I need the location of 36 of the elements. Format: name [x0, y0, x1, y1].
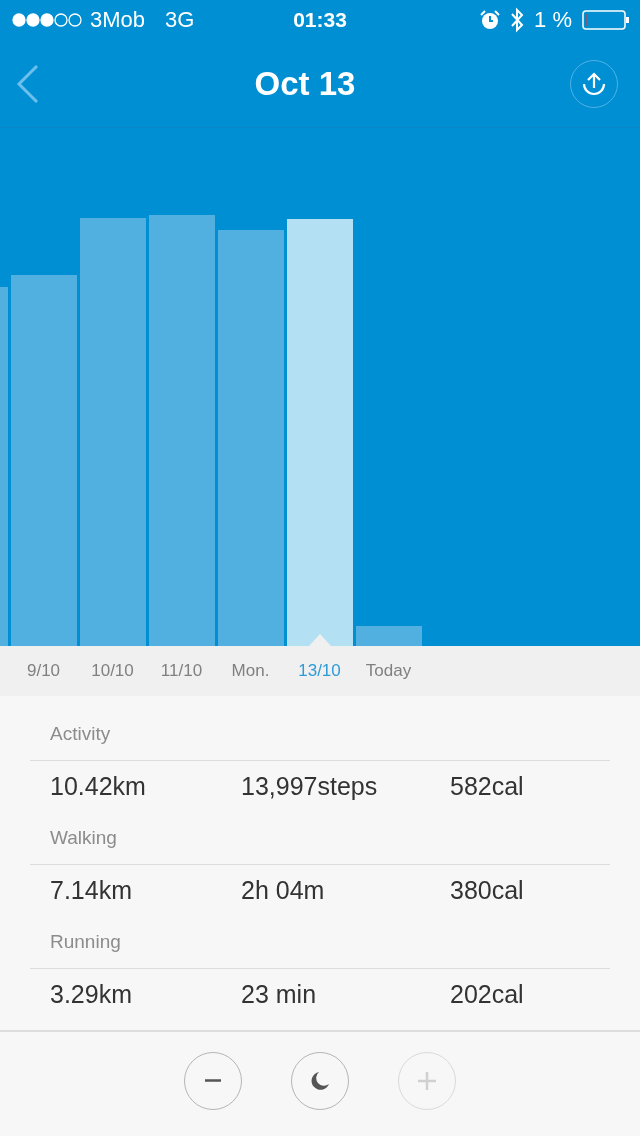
stat-value: 2h 04m: [241, 875, 326, 905]
bar[interactable]: [287, 219, 353, 646]
clock-time: 01:33: [293, 8, 347, 31]
alarm-icon: [480, 10, 501, 30]
bar[interactable]: [356, 626, 422, 646]
back-button[interactable]: [16, 63, 40, 104]
stat-value: 202cal: [450, 979, 524, 1009]
stat-value: 380cal: [450, 875, 524, 905]
bar[interactable]: [11, 275, 77, 646]
date-label[interactable]: Mon.: [216, 661, 285, 681]
stat-value: 10.42km: [50, 771, 147, 801]
battery-icon: [582, 10, 630, 30]
section-title: Activity: [50, 724, 111, 744]
stat-value: 23 min: [241, 979, 318, 1009]
signal-icon: [12, 13, 84, 27]
section-title: Walking: [50, 828, 117, 848]
page-title: Oct 13: [254, 64, 356, 103]
bluetooth-icon: [510, 7, 525, 33]
stat-value: 3.29km: [50, 979, 133, 1009]
network-type: 3G: [165, 7, 195, 33]
date-label[interactable]: 13/10: [285, 661, 354, 681]
bar[interactable]: [80, 218, 146, 646]
section-title: Running: [50, 932, 121, 952]
battery-percent: 1 %: [534, 7, 572, 33]
date-label[interactable]: 9/10: [9, 661, 78, 681]
date-label[interactable]: 10/10: [78, 661, 147, 681]
stat-value: 7.14km: [50, 875, 133, 905]
bar[interactable]: [218, 230, 284, 646]
minus-icon: [205, 1079, 221, 1082]
stat-value: 13,997steps: [241, 771, 379, 801]
bar[interactable]: [149, 215, 215, 646]
date-label[interactable]: 11/10: [147, 661, 216, 681]
stat-value: 582cal: [450, 771, 524, 801]
carrier-name: 3Mob: [90, 7, 146, 33]
bar[interactable]: [0, 287, 8, 646]
date-label[interactable]: Today: [354, 661, 423, 681]
